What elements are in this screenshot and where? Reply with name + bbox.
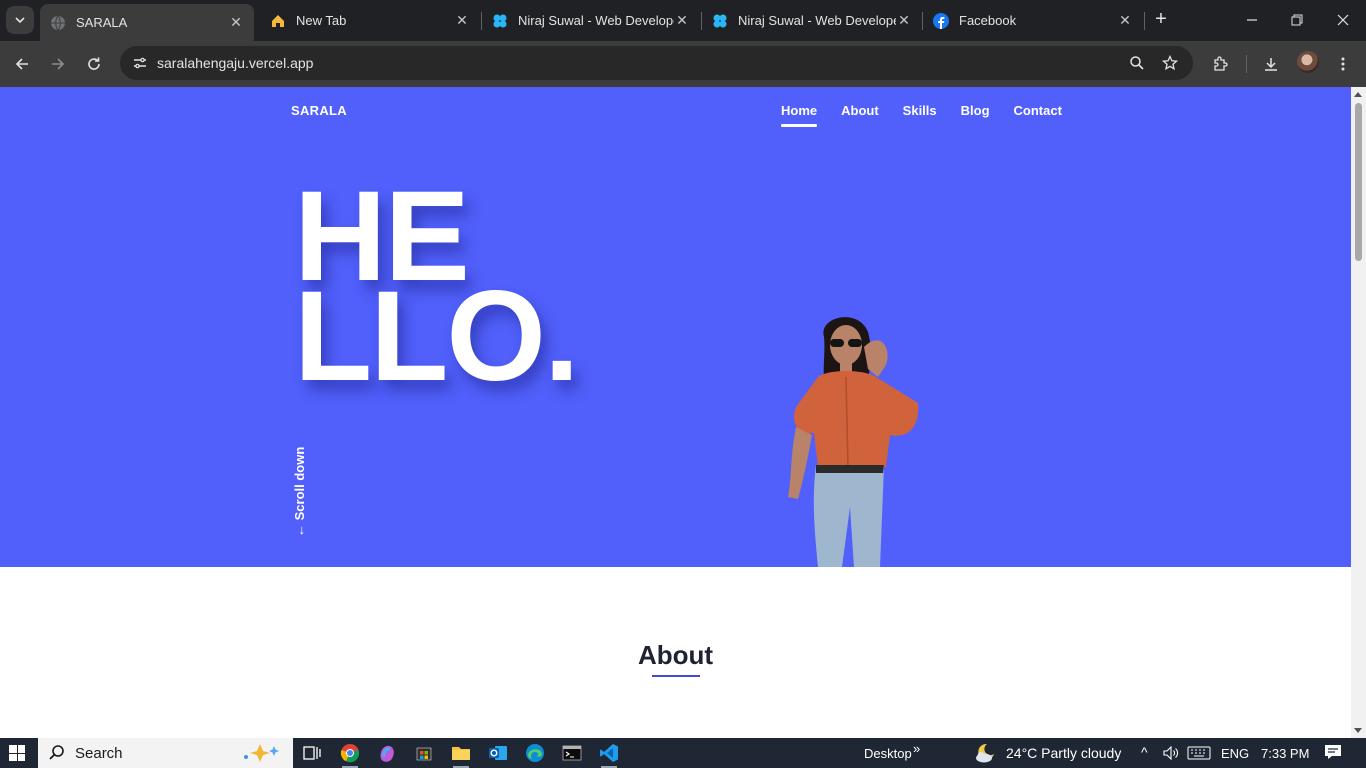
back-button[interactable] <box>9 51 35 77</box>
tab-title: SARALA <box>76 15 128 30</box>
downloads-button[interactable] <box>1258 51 1284 77</box>
vscode-icon[interactable] <box>598 742 620 768</box>
close-icon[interactable]: ✕ <box>674 12 690 29</box>
task-view-icon[interactable] <box>301 742 323 764</box>
profile-avatar[interactable] <box>1297 51 1319 73</box>
chevron-down-icon <box>15 17 25 24</box>
download-icon <box>1265 58 1277 71</box>
url-text[interactable]: saralahengaju.vercel.app <box>157 55 313 71</box>
tray-overflow-chevron-icon[interactable]: ^ <box>1141 744 1148 760</box>
nav-link-contact[interactable]: Contact <box>1014 103 1062 124</box>
close-icon[interactable]: ✕ <box>896 12 912 29</box>
address-bar[interactable]: saralahengaju.vercel.app <box>120 46 1193 80</box>
tab-title: Niraj Suwal - Web Developer <box>738 13 896 28</box>
forward-button[interactable] <box>45 51 71 77</box>
site-nav: Home About Skills Blog Contact <box>781 103 1086 127</box>
clover-icon <box>492 13 508 29</box>
start-button[interactable] <box>9 745 25 761</box>
tab-divider <box>1144 12 1145 30</box>
toolbar-divider <box>1246 55 1247 73</box>
file-explorer-icon[interactable] <box>450 742 472 768</box>
tab-niraj-suwal-1[interactable]: Niraj Suwal - Web Developer ✕ <box>482 4 700 37</box>
portrait-image <box>788 317 919 567</box>
more-vertical-icon <box>1341 57 1345 71</box>
reload-icon <box>88 57 100 70</box>
restore-button[interactable] <box>1285 8 1309 32</box>
sparkle-icon <box>244 744 279 762</box>
tab-sarala[interactable]: SARALA ✕ <box>40 4 254 41</box>
nav-link-home[interactable]: Home <box>781 103 818 127</box>
microsoft-store-icon[interactable] <box>413 742 435 764</box>
tab-title: Facebook <box>959 13 1017 28</box>
close-icon[interactable]: ✕ <box>228 14 244 31</box>
close-icon <box>1337 14 1349 26</box>
tab-search-button[interactable] <box>6 6 34 34</box>
chevron-right-icon[interactable]: » <box>913 741 920 756</box>
input-language[interactable]: ENG <box>1221 746 1249 761</box>
globe-icon <box>50 15 66 31</box>
scroll-down-arrow[interactable] <box>1354 728 1362 733</box>
chrome-menu-button[interactable] <box>1330 51 1356 77</box>
keyboard-icon[interactable] <box>1187 746 1211 760</box>
puzzle-icon <box>1214 56 1228 71</box>
page-scrollbar[interactable] <box>1351 87 1366 738</box>
tab-title: Niraj Suwal - Web Developer <box>518 13 674 28</box>
close-icon[interactable]: ✕ <box>454 12 470 29</box>
bookmark-star-icon[interactable] <box>1160 53 1180 73</box>
site-logo[interactable]: SARALA <box>291 103 347 118</box>
arrow-right-icon <box>52 58 65 70</box>
about-heading-underline <box>652 675 700 677</box>
minimize-icon <box>1247 19 1257 21</box>
home-icon <box>270 13 286 29</box>
about-heading: About <box>637 640 714 670</box>
windows-taskbar: Search Desktop » 24°C Partly cloudy ^ EN… <box>0 738 1366 768</box>
chrome-taskbar-icon[interactable] <box>339 742 361 768</box>
site-info-icon[interactable] <box>128 51 152 75</box>
hero-section: SARALA Home About Skills Blog Contact HE… <box>0 87 1351 567</box>
clover-icon <box>712 13 728 29</box>
windows-logo-icon <box>9 745 17 753</box>
nav-link-skills[interactable]: Skills <box>903 103 937 124</box>
reload-button[interactable] <box>81 51 107 77</box>
outlook-icon[interactable] <box>487 742 509 764</box>
copilot-icon[interactable] <box>376 742 398 764</box>
new-tab-button[interactable]: + <box>1150 9 1172 31</box>
restore-icon <box>1291 14 1303 26</box>
scroll-down-link[interactable]: ← Scroll down <box>292 447 307 537</box>
weather-text[interactable]: 24°C Partly cloudy <box>1006 745 1121 761</box>
tab-niraj-suwal-2[interactable]: Niraj Suwal - Web Developer ✕ <box>702 4 922 37</box>
tab-facebook[interactable]: Facebook ✕ <box>923 4 1143 37</box>
clock[interactable]: 7:33 PM <box>1261 746 1309 761</box>
edge-icon[interactable] <box>524 742 546 764</box>
search-label: Search <box>75 745 123 762</box>
notification-icon[interactable] <box>1324 744 1342 760</box>
close-icon[interactable]: ✕ <box>1117 12 1133 29</box>
close-window-button[interactable] <box>1331 8 1355 32</box>
weather-partly-cloudy-icon[interactable] <box>973 741 997 765</box>
minimize-button[interactable] <box>1240 8 1264 32</box>
nav-link-blog[interactable]: Blog <box>961 103 990 124</box>
tab-new-tab[interactable]: New Tab ✕ <box>260 4 480 37</box>
browser-tab-strip: SARALA ✕ New Tab ✕ Niraj Suwal - Web Dev… <box>0 0 1366 41</box>
scroll-up-arrow[interactable] <box>1354 92 1362 97</box>
scrollbar-thumb[interactable] <box>1355 103 1362 261</box>
taskbar-search[interactable]: Search <box>38 738 293 768</box>
extensions-button[interactable] <box>1207 51 1233 77</box>
desktop-toolbar-label[interactable]: Desktop <box>864 746 912 761</box>
browser-toolbar: saralahengaju.vercel.app <box>0 41 1366 87</box>
page-viewport: SARALA Home About Skills Blog Contact HE… <box>0 87 1351 738</box>
arrow-left-icon <box>15 58 28 70</box>
search-icon <box>49 745 64 760</box>
nav-link-about[interactable]: About <box>841 103 879 124</box>
facebook-icon <box>933 12 949 29</box>
plus-icon: + <box>1155 8 1167 30</box>
terminal-icon[interactable] <box>561 742 583 764</box>
hero-heading-line2: LLO. <box>294 265 579 408</box>
zoom-icon[interactable] <box>1127 53 1147 73</box>
volume-icon[interactable] <box>1163 746 1179 760</box>
tab-title: New Tab <box>296 13 347 28</box>
